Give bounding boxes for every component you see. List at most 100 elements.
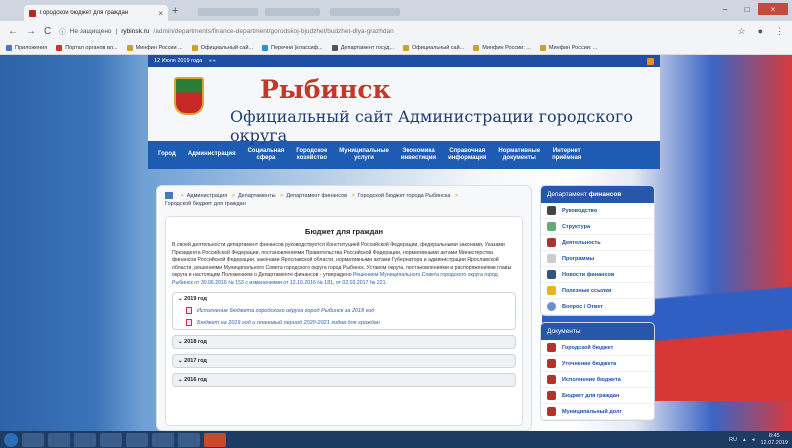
books-icon <box>547 359 556 368</box>
bookmark-item[interactable]: Минфин России ... <box>126 44 183 51</box>
blurred-tab[interactable] <box>198 8 258 16</box>
address-bar[interactable]: ⓘ Не защищено | rybinsk.ru/admin/departm… <box>59 24 619 38</box>
person-icon <box>547 206 556 215</box>
bookmark-item[interactable]: Официальный сай... <box>191 44 253 51</box>
back-button[interactable]: ← <box>8 26 18 37</box>
sidebar-item[interactable]: Уточнение бюджета <box>541 356 654 372</box>
outlook-icon[interactable] <box>74 432 96 447</box>
firefox-icon[interactable] <box>100 432 122 447</box>
blurred-tab[interactable] <box>265 8 320 16</box>
chrome-icon[interactable] <box>48 432 70 447</box>
city-crest-logo[interactable] <box>174 77 204 115</box>
bookmark-item[interactable]: Минфин России: ... <box>539 44 598 51</box>
glasses-icon[interactable]: 👓 <box>208 57 217 65</box>
security-label: Не защищено <box>69 27 112 35</box>
maximize-button[interactable]: □ <box>736 3 758 15</box>
language-indicator[interactable]: RU <box>729 437 737 443</box>
network-app-icon[interactable] <box>178 432 200 447</box>
bookmark-item[interactable]: Департамент госуд... <box>331 44 394 51</box>
bookmark-item[interactable]: Портал органов вл... <box>56 44 118 51</box>
menu-item[interactable]: Интернет приёмная <box>546 148 587 162</box>
home-icon[interactable] <box>165 192 173 199</box>
reload-button[interactable]: C <box>44 26 51 37</box>
breadcrumb-link[interactable]: Департаменты <box>238 193 276 199</box>
network-icon[interactable]: ▴ <box>743 437 746 443</box>
menu-item[interactable]: Справочная информация <box>442 148 492 162</box>
menu-item[interactable]: Администрация <box>182 151 242 158</box>
browser-tab-active[interactable]: Городской бюджет для граждан × <box>24 5 168 21</box>
breadcrumb: > Администрация > Департаменты > Департамен… <box>157 186 531 209</box>
folder-icon[interactable] <box>126 432 148 447</box>
bookmark-icon <box>402 44 409 51</box>
menu-icon[interactable]: ⋮ <box>775 26 784 37</box>
rss-icon[interactable] <box>647 57 654 65</box>
start-button[interactable] <box>4 432 18 447</box>
new-tab-button[interactable]: + <box>172 5 178 17</box>
menu-item[interactable]: Социальная сфера <box>242 148 291 162</box>
menu-item[interactable]: Город <box>152 151 182 158</box>
blurred-tab[interactable] <box>330 8 400 16</box>
url-path: /admin/departments/finance-department/go… <box>153 27 394 35</box>
structure-icon <box>547 222 556 231</box>
forward-button[interactable]: → <box>26 26 36 37</box>
bookmarks-bar: Приложения Портал органов вл... Минфин Р… <box>0 41 792 55</box>
sidebar-item[interactable]: Программы <box>541 251 654 267</box>
minimize-button[interactable]: – <box>714 3 736 15</box>
sidebar-item[interactable]: Полезные ссылки <box>541 283 654 299</box>
tab-close-icon[interactable]: × <box>158 9 163 18</box>
site-header: Рыбинск Официальный сайт Администрации г… <box>148 67 660 145</box>
sidebar-item[interactable]: Деятельность <box>541 235 654 251</box>
document-link[interactable]: Исполнение бюджета городского округа гор… <box>186 307 510 315</box>
pdf-icon <box>186 319 192 327</box>
sidebar-item[interactable]: Руководство <box>541 203 654 219</box>
bookmark-item[interactable]: Перечни (классиф... <box>262 44 323 51</box>
bookmark-item[interactable]: Официальный сай... <box>402 44 464 51</box>
documents-menu: Документы Городской бюджет Уточнение бюд… <box>540 322 655 421</box>
sidebar-item[interactable]: Исполнение бюджета <box>541 372 654 388</box>
close-window-button[interactable]: × <box>758 3 788 15</box>
pdf-icon <box>186 307 192 315</box>
sidebar-item[interactable]: Бюджет для граждан <box>541 388 654 404</box>
bookmark-item[interactable]: Минфин России: ... <box>473 44 531 51</box>
powerpoint-icon[interactable] <box>204 432 226 447</box>
clock[interactable]: 8:45 12.07.2019 <box>760 433 788 445</box>
bookmark-icon <box>191 44 198 51</box>
internet-explorer-icon[interactable] <box>152 432 174 447</box>
info-icon[interactable]: ⓘ <box>59 26 66 36</box>
content-card: Бюджет для граждан В своей деятельности … <box>165 216 523 426</box>
accordion-2018[interactable]: ⌄ 2018 год <box>172 335 516 350</box>
breadcrumb-link[interactable]: Департамент финансов <box>286 193 347 199</box>
sidebar-heading: Документы <box>541 323 654 340</box>
sidebar-item[interactable]: Городской бюджет <box>541 340 654 356</box>
site-title[interactable]: Рыбинск <box>260 75 391 104</box>
menu-item[interactable]: Нормативные документы <box>492 148 546 162</box>
system-tray: RU ▴ ◂ 8:45 12.07.2019 <box>729 433 788 445</box>
bookmark-item[interactable]: Приложения <box>6 44 47 51</box>
document-link[interactable]: Бюджет на 2019 год и плановый период 202… <box>186 319 510 327</box>
site-subtitle: Официальный сайт Администрации городског… <box>230 107 633 145</box>
breadcrumb-link[interactable]: Городской бюджет города Рыбинска <box>358 193 451 199</box>
site-container: 12 Июля 2019 года 👓 Рыбинск Официальный … <box>148 55 660 431</box>
extension-icon[interactable]: ● <box>758 26 763 37</box>
sidebar-item[interactable]: Вопрос / Ответ <box>541 299 654 315</box>
accordion-2019[interactable]: ⌄ 2019 год Исполнение бюджета городского… <box>172 292 516 331</box>
books-icon <box>547 407 556 416</box>
tab-title: Городской бюджет для граждан <box>40 10 129 16</box>
sidebar-item[interactable]: Структура <box>541 219 654 235</box>
bookmark-icon <box>473 44 480 51</box>
bookmark-star-icon[interactable]: ☆ <box>737 26 745 37</box>
books-icon <box>547 375 556 384</box>
window-controls: – □ × <box>714 3 788 15</box>
menu-item[interactable]: Экономика инвестиции <box>395 148 442 162</box>
volume-icon[interactable]: ◂ <box>752 437 755 443</box>
menu-item[interactable]: Муниципальные услуги <box>333 148 395 162</box>
accordion-2017[interactable]: ⌄ 2017 год <box>172 354 516 369</box>
sidebar-item[interactable]: Новости финансов <box>541 267 654 283</box>
books-icon <box>547 391 556 400</box>
bookmark-icon <box>262 44 268 51</box>
sidebar-item[interactable]: Муниципальный долг <box>541 404 654 420</box>
menu-item[interactable]: Городское хозяйство <box>290 148 333 162</box>
media-player-icon[interactable] <box>22 432 44 447</box>
breadcrumb-link[interactable]: Администрация <box>187 193 227 199</box>
accordion-2016[interactable]: ⌄ 2016 год <box>172 373 516 388</box>
